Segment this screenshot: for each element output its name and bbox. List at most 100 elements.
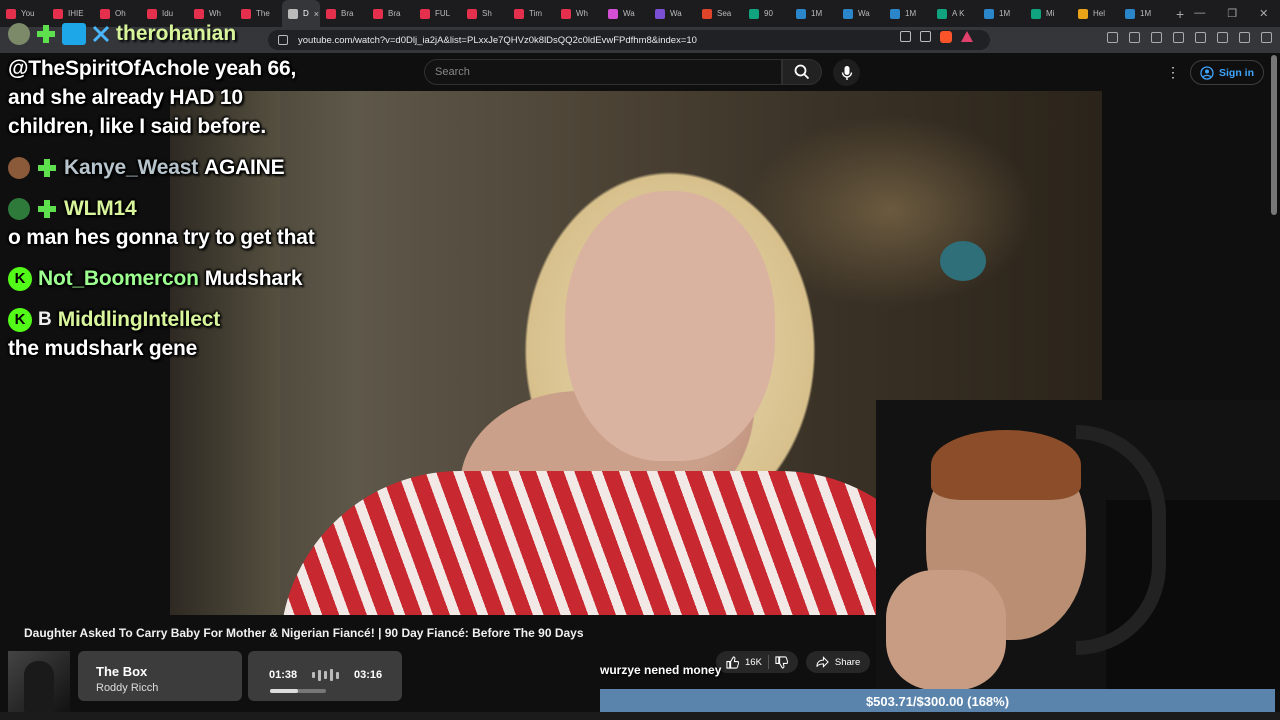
sword-badge-icon (92, 25, 110, 43)
brave-rewards-icon[interactable] (961, 31, 973, 42)
tab-label: 1M (1140, 9, 1152, 18)
vpn-icon[interactable] (1239, 32, 1250, 43)
tab-label: Idu (162, 9, 174, 18)
tab-favicon-icon (373, 8, 383, 19)
extension-icons (1107, 32, 1272, 43)
chat-message: @TheSpiritOfAchole yeah 66, and she alre… (8, 54, 468, 141)
browser-tab[interactable]: Mi (1025, 0, 1072, 27)
browser-tab[interactable]: FUL (414, 0, 461, 27)
browser-tab[interactable]: The (235, 0, 282, 27)
restore-icon[interactable]: ❐ (1227, 7, 1237, 20)
share-button[interactable]: Share (805, 651, 871, 673)
extensions-icon[interactable] (1107, 32, 1118, 43)
album-art (8, 651, 70, 713)
sign-in-button[interactable]: Sign in (1190, 60, 1264, 85)
more-options-icon[interactable]: ⋮ (1166, 65, 1180, 79)
menu-icon[interactable] (1261, 32, 1272, 43)
video-subject-face (565, 191, 775, 461)
tab-favicon-icon (514, 8, 524, 19)
chat-username: therohanian (116, 22, 237, 45)
close-tab-icon[interactable]: × (314, 9, 319, 19)
tab-label: 1M (999, 9, 1011, 18)
track-total-time: 03:16 (354, 669, 383, 681)
browser-tab[interactable]: Tim (508, 0, 555, 27)
tab-label: Tim (529, 9, 543, 18)
browser-tab[interactable]: 90 (743, 0, 790, 27)
search-icon (794, 64, 810, 80)
chat-message: K B MiddlingIntellect (8, 305, 468, 334)
browser-tab[interactable]: Bra (367, 0, 414, 27)
browser-tab[interactable]: Wh (555, 0, 602, 27)
browser-tab[interactable]: 1M (790, 0, 837, 27)
browser-tab[interactable]: Wa (837, 0, 884, 27)
like-divider (767, 655, 769, 669)
brave-shields-icon[interactable] (940, 31, 952, 43)
track-current-time: 01:38 (269, 669, 298, 681)
browser-tab[interactable]: Sea (696, 0, 743, 27)
track-info: The Box Roddy Ricch (78, 651, 242, 701)
download-icon[interactable] (1217, 32, 1228, 43)
voice-search-button[interactable] (833, 59, 860, 86)
like-dislike-group: 16K (716, 651, 798, 673)
browser-tab[interactable]: D × (282, 0, 320, 27)
chat-username: Not_Boomercon (38, 267, 199, 290)
page-scrollbar[interactable] (1271, 55, 1277, 215)
browser-tab[interactable]: Wa (602, 0, 649, 27)
tab-favicon-icon (1125, 8, 1135, 19)
browser-tab[interactable]: 1M (978, 0, 1025, 27)
video-title: Daughter Asked To Carry Baby For Mother … (24, 626, 584, 640)
chat-message-line: children, like I said before. (8, 115, 266, 138)
tab-favicon-icon (420, 8, 430, 19)
chat-message: WLM14 (8, 194, 468, 223)
browser-tab[interactable]: Bra (320, 0, 367, 27)
wallet-icon[interactable] (1195, 32, 1206, 43)
new-tab-button[interactable]: + (1166, 6, 1194, 22)
tab-favicon-icon (53, 8, 63, 19)
tab-favicon-icon (1031, 8, 1041, 19)
user-avatar (8, 156, 30, 179)
chat-badge-b: B (38, 308, 52, 330)
donation-goal-bar: $503.71/$300.00 (168%) (600, 689, 1275, 714)
sidebar-icon[interactable] (1173, 32, 1184, 43)
user-badge-icon (62, 23, 86, 45)
tab-favicon-icon (984, 8, 994, 19)
browser-tab[interactable]: 1M (884, 0, 931, 27)
browser-tab[interactable]: A K (931, 0, 978, 27)
sub-badge-icon (38, 199, 56, 218)
track-progress-bar (270, 689, 326, 693)
like-icon[interactable] (726, 655, 739, 669)
kick-badge-icon: K (8, 266, 32, 291)
kick-badge-icon: K (8, 307, 32, 332)
search-button[interactable] (782, 59, 822, 85)
tab-label: FUL (435, 9, 451, 18)
address-bar[interactable]: youtube.com/watch?v=d0Dlj_ia2jA&list=PLx… (268, 30, 990, 50)
tab-favicon-icon (467, 8, 477, 19)
chat-text: AGAINE (203, 156, 285, 179)
tab-label: 90 (764, 9, 773, 18)
chat-message: K Not_Boomercon Mudshark (8, 264, 468, 293)
browser-tab[interactable]: 1M (1119, 0, 1166, 27)
track-time: 01:38 03:16 (248, 651, 402, 701)
tab-label: You (21, 9, 35, 18)
media-icon[interactable] (1151, 32, 1162, 43)
track-artist: Roddy Ricch (96, 682, 159, 694)
track-progress-fill (270, 689, 298, 693)
screenshot-icon[interactable] (1129, 32, 1140, 43)
minimize-icon[interactable]: — (1194, 7, 1205, 20)
tab-favicon-icon (326, 8, 336, 19)
search-input[interactable]: Search (424, 59, 782, 85)
share-page-icon[interactable] (920, 31, 931, 42)
cast-icon[interactable] (900, 31, 911, 42)
browser-tab[interactable]: Hel (1072, 0, 1119, 27)
address-url[interactable]: youtube.com/watch?v=d0Dlj_ia2jA&list=PLx… (298, 35, 697, 46)
browser-tab[interactable]: Wa (649, 0, 696, 27)
close-window-icon[interactable]: ✕ (1259, 7, 1268, 20)
video-actions: 16K Share (716, 651, 871, 673)
chat-username: Kanye_Weast (64, 156, 198, 179)
video-subject-shirt (280, 471, 960, 615)
browser-tab[interactable]: Sh (461, 0, 508, 27)
tab-label: Bra (388, 9, 401, 18)
dislike-icon[interactable] (775, 655, 788, 669)
equalizer-icon (312, 669, 340, 681)
site-settings-icon[interactable] (278, 35, 288, 45)
